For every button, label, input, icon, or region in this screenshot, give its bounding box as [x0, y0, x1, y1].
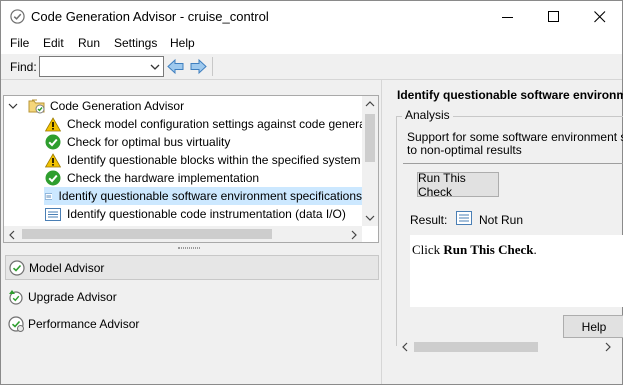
tree-item-label: Check for optimal bus virtuality [67, 135, 231, 149]
chevron-down-icon[interactable] [365, 214, 375, 222]
tree-item-label: Identify questionable software environme… [58, 189, 362, 203]
tree-item-label: Check the hardware implementation [67, 171, 260, 185]
model-advisor-label: Model Advisor [29, 260, 105, 275]
menu-settings[interactable]: Settings [114, 36, 157, 50]
app-window: Code Generation Advisor - cruise_control… [0, 0, 623, 385]
find-input[interactable] [42, 58, 142, 75]
maximize-button[interactable] [531, 1, 577, 32]
run-this-check-button[interactable]: Run This Check [417, 171, 499, 199]
performance-advisor-label: Performance Advisor [28, 316, 140, 331]
detail-pane: Identify questionable software environme… [381, 80, 623, 384]
window-title: Code Generation Advisor - cruise_control [31, 9, 269, 24]
passed-check-icon [45, 170, 61, 186]
toolbar-separator [212, 57, 213, 76]
warning-icon [45, 116, 61, 131]
chevron-left-icon[interactable] [8, 230, 16, 240]
chevron-down-icon[interactable] [8, 101, 18, 111]
close-icon [594, 10, 606, 22]
arrow-right-icon[interactable] [189, 58, 207, 75]
menu-help[interactable]: Help [170, 36, 195, 50]
performance-advisor-icon [8, 315, 24, 332]
analysis-label: Analysis [402, 108, 453, 122]
tree-root-label: Code Generation Advisor [50, 99, 185, 113]
report-area: Click Run This Check. [410, 235, 623, 307]
folder-check-icon [28, 99, 45, 114]
chevron-right-icon[interactable] [350, 230, 358, 240]
minimize-button[interactable] [485, 1, 531, 32]
model-advisor-button[interactable]: Model Advisor [5, 255, 379, 280]
passed-check-icon [45, 134, 61, 150]
close-button[interactable] [577, 1, 623, 32]
not-run-icon [45, 192, 53, 200]
help-button[interactable]: Help [563, 315, 623, 338]
description-line: to non-optimal results [407, 143, 522, 157]
check-title: Identify questionable software environme [397, 88, 623, 102]
model-advisor-icon [9, 259, 25, 276]
minimize-icon [502, 16, 513, 18]
chevron-right-icon[interactable] [604, 342, 612, 352]
tree-item-label: Check model configuration settings again… [67, 117, 379, 131]
performance-advisor-button[interactable]: Performance Advisor [5, 311, 379, 336]
not-run-icon [456, 211, 472, 225]
menu-run[interactable]: Run [78, 36, 100, 50]
scroll-thumb[interactable] [365, 114, 375, 162]
check-tree: Code Generation Advisor Check model conf… [3, 95, 379, 243]
tree-item-label: Identify questionable blocks within the … [67, 153, 361, 167]
tree-item[interactable]: Check the hardware implementation [45, 169, 259, 187]
report-text: Click Run This Check. [412, 242, 537, 258]
chevron-up-icon[interactable] [365, 100, 375, 108]
tree-vertical-scrollbar[interactable] [362, 96, 378, 226]
warning-icon [45, 152, 61, 167]
tree-item-label: Identify questionable code instrumentati… [67, 207, 346, 221]
scroll-thumb[interactable] [22, 229, 272, 239]
upgrade-advisor-button[interactable]: Upgrade Advisor [5, 284, 379, 309]
find-combobox[interactable] [39, 56, 164, 77]
report-suffix: . [533, 242, 537, 257]
toolbar: Find: [1, 54, 622, 80]
not-run-icon [45, 207, 61, 221]
tree-item[interactable]: Check model configuration settings again… [45, 115, 379, 133]
result-label: Result: [410, 213, 448, 227]
tree-item[interactable]: Identify questionable code instrumentati… [45, 205, 346, 223]
menu-edit[interactable]: Edit [43, 36, 64, 50]
upgrade-advisor-label: Upgrade Advisor [28, 289, 117, 304]
check-description: Support for some software environment se… [407, 131, 623, 157]
report-prefix: Click [412, 242, 444, 257]
scroll-thumb[interactable] [414, 342, 538, 352]
result-value: Not Run [479, 213, 524, 227]
maximize-icon [548, 10, 559, 22]
check-circle-icon [10, 9, 25, 24]
find-label: Find: [10, 60, 37, 74]
upgrade-advisor-icon [9, 289, 23, 305]
splitter-grip[interactable] [178, 247, 200, 249]
chevron-down-icon[interactable] [150, 63, 160, 71]
menu-bar: File Edit Run Settings Help [1, 32, 622, 54]
arrow-left-icon[interactable] [167, 58, 185, 75]
menu-file[interactable]: File [10, 36, 29, 50]
tree-item-selected[interactable]: Identify questionable software environme… [44, 187, 362, 205]
detail-horizontal-scrollbar[interactable] [398, 338, 623, 356]
chevron-left-icon[interactable] [401, 342, 409, 352]
tree-horizontal-scrollbar[interactable] [4, 226, 362, 242]
tree-item[interactable]: Check for optimal bus virtuality [45, 133, 230, 151]
advisor-panel: Model Advisor Upgrade Advisor Performanc… [3, 243, 379, 383]
title-bar: Code Generation Advisor - cruise_control [1, 1, 622, 32]
tree-root[interactable]: Code Generation Advisor [8, 97, 184, 115]
analysis-group: Analysis Support for some software envir… [396, 108, 623, 346]
separator [403, 163, 623, 164]
tree-item[interactable]: Identify questionable blocks within the … [45, 151, 361, 169]
report-link-text: Run This Check [443, 242, 534, 257]
